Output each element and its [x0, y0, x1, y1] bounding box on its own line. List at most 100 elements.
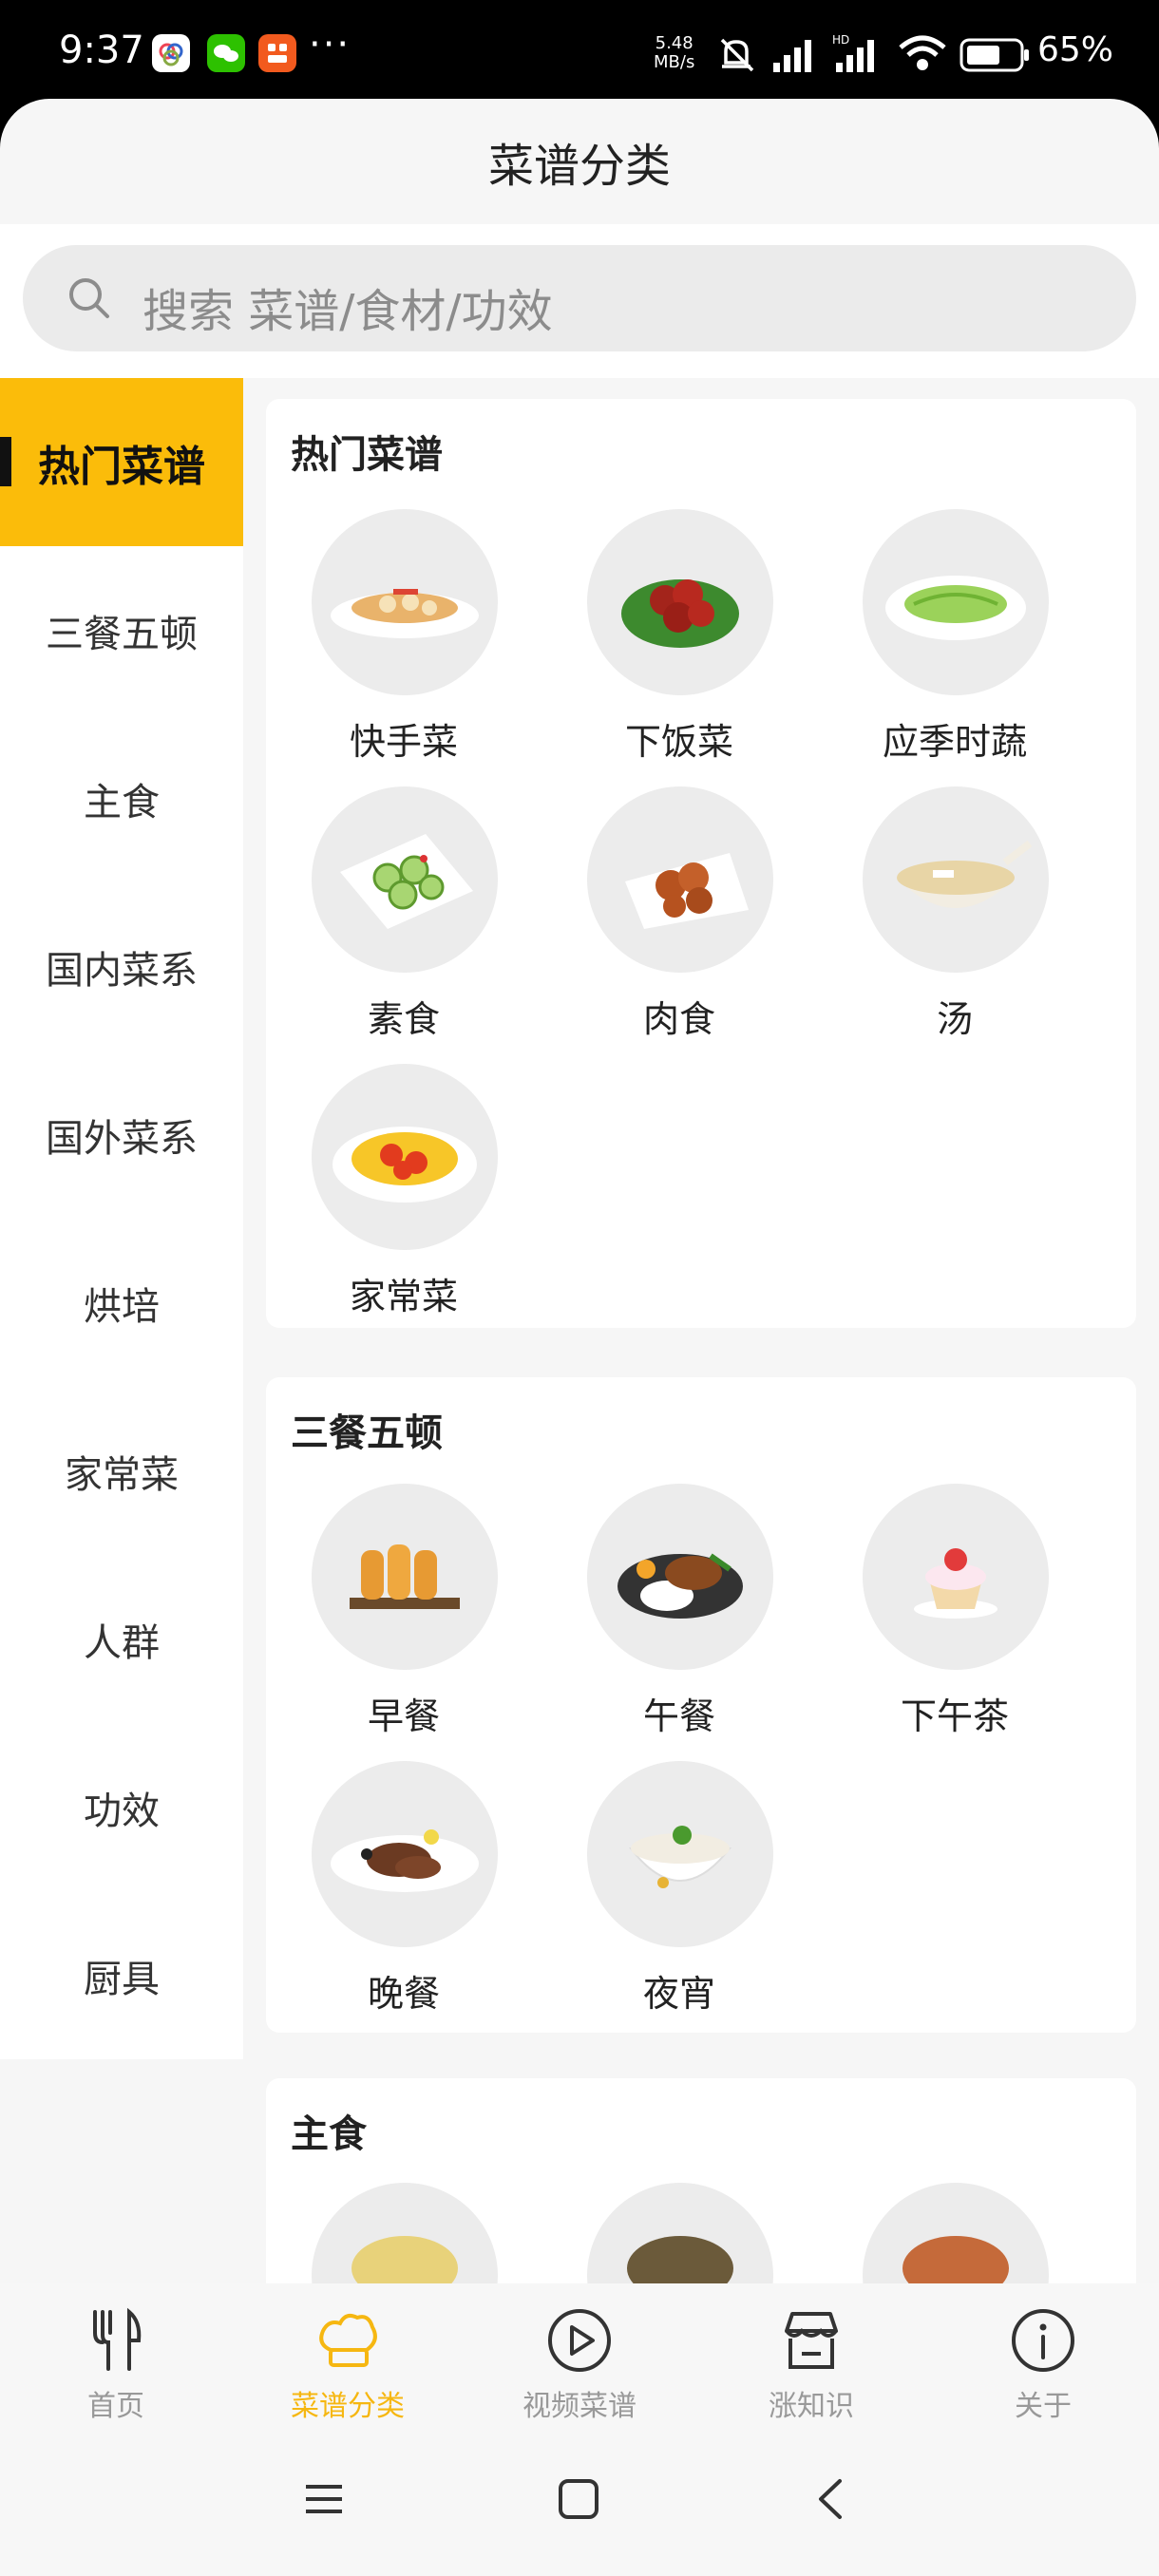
info-icon: [1009, 2306, 1077, 2375]
fried-dough-sticks-icon: [312, 1484, 498, 1670]
network-speed-value: 5.48: [655, 33, 694, 53]
category-late-night-snack[interactable]: 夜宵: [542, 1761, 817, 2033]
sidebar-item-people[interactable]: 人群: [0, 1555, 243, 1723]
sidebar-item-label: 三餐五顿: [46, 612, 198, 656]
nav-about[interactable]: 关于: [948, 2306, 1138, 2423]
chef-hat-icon: [314, 2306, 382, 2375]
strawberry-cupcake-icon: [863, 1484, 1049, 1670]
category-label: 汤: [936, 998, 973, 1040]
category-quick-dishes[interactable]: 快手菜: [266, 509, 542, 785]
rice-bento-icon: [587, 1484, 773, 1670]
nav-knowledge[interactable]: 涨知识: [716, 2306, 906, 2423]
category-home-style[interactable]: 家常菜: [266, 1064, 542, 1328]
nav-recipe-categories[interactable]: 菜谱分类: [253, 2306, 443, 2423]
section-three-meals: 三餐五顿 早餐 午餐 下午茶 晚餐 夜宵: [266, 1377, 1136, 2033]
sidebar-item-label: 主食: [84, 780, 160, 824]
category-label: 午餐: [642, 1695, 715, 1737]
category-seasonal-vegetables[interactable]: 应季时蔬: [817, 509, 1092, 785]
category-meat[interactable]: 肉食: [542, 786, 817, 1062]
category-sidebar: 热门菜谱 三餐五顿 主食 国内菜系 国外菜系 烘培 家常菜 人群 功效 厨具: [0, 378, 243, 2059]
noodle-bowl-icon: [587, 1761, 773, 1947]
app-notification-icon: [152, 34, 190, 72]
play-circle-icon: [545, 2306, 614, 2375]
category-lunch[interactable]: 午餐: [542, 1484, 817, 1759]
sidebar-item-label: 家常菜: [65, 1452, 179, 1497]
back-icon[interactable]: [808, 2475, 855, 2527]
tomato-egg-dish-icon: [312, 1064, 498, 1250]
search-input[interactable]: 搜索 菜谱/食材/功效: [23, 245, 1136, 351]
nav-label: 关于: [1015, 2390, 1072, 2423]
nav-label: 菜谱分类: [291, 2390, 405, 2423]
sidebar-item-cookware[interactable]: 厨具: [0, 1891, 243, 2059]
sidebar-item-staple[interactable]: 主食: [0, 714, 243, 882]
lotus-root-dish-icon: [312, 509, 498, 695]
category-label: 应季时蔬: [882, 721, 1027, 763]
nav-label: 视频菜谱: [522, 2390, 636, 2423]
mute-icon: [714, 32, 758, 80]
sidebar-item-label: 热门菜谱: [38, 442, 205, 491]
search-bar-container: 搜索 菜谱/食材/功效: [0, 224, 1159, 378]
battery-icon: [960, 38, 1032, 76]
category-label: 下午茶: [900, 1695, 1009, 1737]
fork-knife-icon: [82, 2306, 150, 2375]
sidebar-item-domestic-cuisine[interactable]: 国内菜系: [0, 882, 243, 1051]
more-notifications-icon: ···: [309, 23, 352, 66]
category-label: 早餐: [367, 1695, 440, 1737]
nav-video-recipes[interactable]: 视频菜谱: [484, 2306, 674, 2423]
category-breakfast[interactable]: 早餐: [266, 1484, 542, 1759]
category-soup[interactable]: 汤: [817, 786, 1092, 1062]
sidebar-item-label: 国外菜系: [46, 1116, 198, 1161]
app-window: 菜谱分类 搜索 菜谱/食材/功效 热门菜谱 三餐五顿 主食 国内菜系 国外菜系 …: [0, 99, 1159, 2576]
status-time: 9:37: [59, 28, 144, 72]
category-dinner[interactable]: 晚餐: [266, 1761, 542, 2033]
green-vegetable-dish-icon: [863, 509, 1049, 695]
network-speed-unit: MB/s: [654, 52, 695, 72]
category-vegetarian[interactable]: 素食: [266, 786, 542, 1062]
sidebar-item-label: 烘培: [84, 1284, 160, 1329]
meat-dish-icon: [587, 786, 773, 973]
category-label: 下饭菜: [624, 721, 733, 763]
battery-percent: 65%: [1037, 30, 1114, 69]
sidebar-item-efficacy[interactable]: 功效: [0, 1723, 243, 1891]
wifi-icon: [897, 32, 948, 78]
sidebar-item-foreign-cuisine[interactable]: 国外菜系: [0, 1051, 243, 1219]
page-title: 菜谱分类: [487, 140, 671, 193]
category-label: 肉食: [642, 998, 715, 1040]
sidebar-item-hot[interactable]: 热门菜谱: [0, 378, 243, 546]
section-title: 热门菜谱: [291, 433, 443, 477]
nav-label: 首页: [87, 2390, 144, 2423]
signal-hd-icon: HD: [832, 32, 885, 78]
category-label: 晚餐: [367, 1973, 440, 2015]
status-bar: 9:37 ··· 5.48 MB/s HD 65%: [0, 0, 1159, 106]
category-rice-dishes[interactable]: 下饭菜: [542, 509, 817, 785]
cucumber-salad-dish-icon: [312, 786, 498, 973]
sidebar-item-label: 厨具: [84, 1957, 160, 2001]
category-afternoon-tea[interactable]: 下午茶: [817, 1484, 1092, 1759]
menu-icon[interactable]: [300, 2475, 348, 2527]
sidebar-item-baking[interactable]: 烘培: [0, 1219, 243, 1387]
signal-icon: [771, 32, 821, 78]
svg-text:HD: HD: [832, 33, 849, 47]
category-label: 素食: [367, 998, 440, 1040]
category-label: 快手菜: [349, 721, 458, 763]
sidebar-item-three-meals[interactable]: 三餐五顿: [0, 546, 243, 714]
wechat-icon: [207, 34, 245, 72]
nav-home[interactable]: 首页: [21, 2306, 211, 2423]
soup-bowl-icon: [863, 786, 1049, 973]
system-navigation-bar: [0, 2426, 1159, 2576]
braised-pork-dish-icon: [587, 509, 773, 695]
category-label: 夜宵: [642, 1973, 715, 2015]
home-icon[interactable]: [555, 2475, 602, 2527]
network-speed: 5.48 MB/s: [654, 34, 694, 72]
nav-label: 涨知识: [769, 2390, 854, 2423]
section-title: 三餐五顿: [291, 1411, 443, 1455]
store-icon: [777, 2306, 846, 2375]
sidebar-item-label: 功效: [84, 1789, 160, 1833]
steak-plate-icon: [312, 1761, 498, 1947]
sidebar-item-home-style[interactable]: 家常菜: [0, 1387, 243, 1555]
section-hot-recipes: 热门菜谱 快手菜 下饭菜 应季时蔬 素食 肉食 汤 家常菜: [266, 399, 1136, 1328]
sidebar-item-label: 人群: [84, 1620, 160, 1665]
sidebar-item-label: 国内菜系: [46, 948, 198, 993]
section-title: 主食: [291, 2112, 367, 2156]
bottom-navigation: 首页 菜谱分类 视频菜谱 涨知识 关于: [0, 2283, 1159, 2426]
